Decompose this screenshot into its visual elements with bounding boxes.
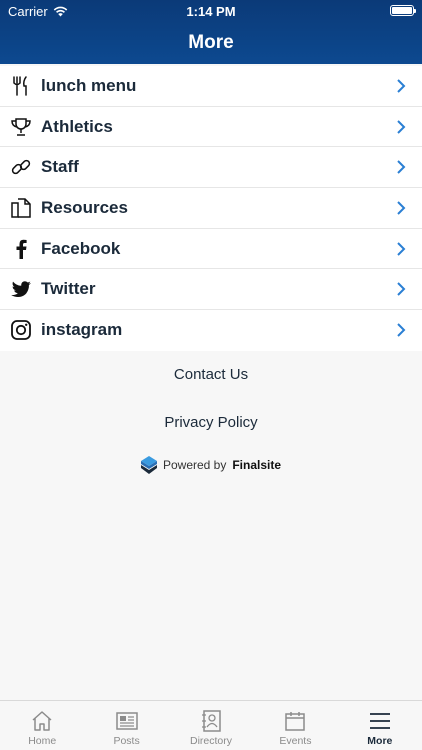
calendar-icon xyxy=(285,712,306,731)
tab-bar: Home Posts Directory Events More xyxy=(0,700,422,750)
menu-item-twitter[interactable]: Twitter xyxy=(0,269,422,311)
menu-item-label: Twitter xyxy=(41,279,96,299)
tab-posts[interactable]: Posts xyxy=(84,701,168,750)
powered-by-prefix: Powered by xyxy=(162,458,227,472)
battery-icon xyxy=(390,5,416,16)
tab-label: More xyxy=(367,735,393,747)
menu-item-athletics[interactable]: Athletics xyxy=(0,107,422,148)
newspaper-icon xyxy=(115,712,138,730)
tab-home[interactable]: Home xyxy=(0,701,84,750)
menu-item-label: instagram xyxy=(41,320,123,340)
chevron-right-icon xyxy=(397,160,406,175)
menu-item-label: Staff xyxy=(41,157,79,177)
privacy-policy-link[interactable]: Privacy Policy xyxy=(0,414,422,431)
utensils-icon xyxy=(13,76,27,96)
clock: 1:14 PM xyxy=(186,4,236,19)
home-icon xyxy=(32,711,52,731)
menu-item-instagram[interactable]: instagram xyxy=(0,310,422,351)
menu-item-facebook[interactable]: Facebook xyxy=(0,229,422,270)
nav-header: Carrier 1:14 PM More xyxy=(0,0,422,64)
chevron-right-icon xyxy=(397,119,406,134)
trophy-icon xyxy=(11,117,31,136)
menu-item-resources[interactable]: Resources xyxy=(0,188,422,229)
contact-us-link[interactable]: Contact Us xyxy=(0,366,422,383)
tab-label: Directory xyxy=(190,735,233,747)
menu-item-label: Resources xyxy=(41,197,128,217)
status-bar: Carrier 1:14 PM xyxy=(0,0,422,22)
chevron-right-icon xyxy=(397,242,406,256)
more-menu-list: lunch menu Athletics Staff Resources Fac… xyxy=(0,66,422,351)
finalsite-logo-icon xyxy=(140,456,157,474)
facebook-icon xyxy=(16,239,27,259)
powered-by-finalsite[interactable]: Powered by Finalsite xyxy=(0,456,422,474)
contacts-icon xyxy=(202,710,221,732)
documents-icon xyxy=(11,198,31,218)
menu-item-lunch-menu[interactable]: lunch menu xyxy=(0,66,422,107)
chevron-right-icon xyxy=(397,201,406,215)
tab-events[interactable]: Events xyxy=(253,701,337,750)
page-title: More xyxy=(188,32,234,53)
menu-item-label: Facebook xyxy=(41,238,121,258)
hamburger-menu-icon xyxy=(369,713,390,729)
tab-label: Home xyxy=(28,735,57,747)
tab-directory[interactable]: Directory xyxy=(169,701,253,750)
chevron-right-icon xyxy=(397,323,406,337)
instagram-icon xyxy=(11,320,31,341)
menu-item-label: Athletics xyxy=(41,116,113,136)
menu-item-staff[interactable]: Staff xyxy=(0,147,422,189)
tab-more[interactable]: More xyxy=(338,701,422,750)
tab-label: Events xyxy=(279,735,312,747)
menu-item-label: lunch menu xyxy=(41,75,137,95)
chevron-right-icon xyxy=(397,79,406,93)
twitter-icon xyxy=(11,281,31,298)
link-icon xyxy=(11,160,31,175)
chevron-right-icon xyxy=(397,282,406,297)
tab-label: Posts xyxy=(113,735,140,747)
finalsite-brand: Finalsite xyxy=(232,458,282,472)
